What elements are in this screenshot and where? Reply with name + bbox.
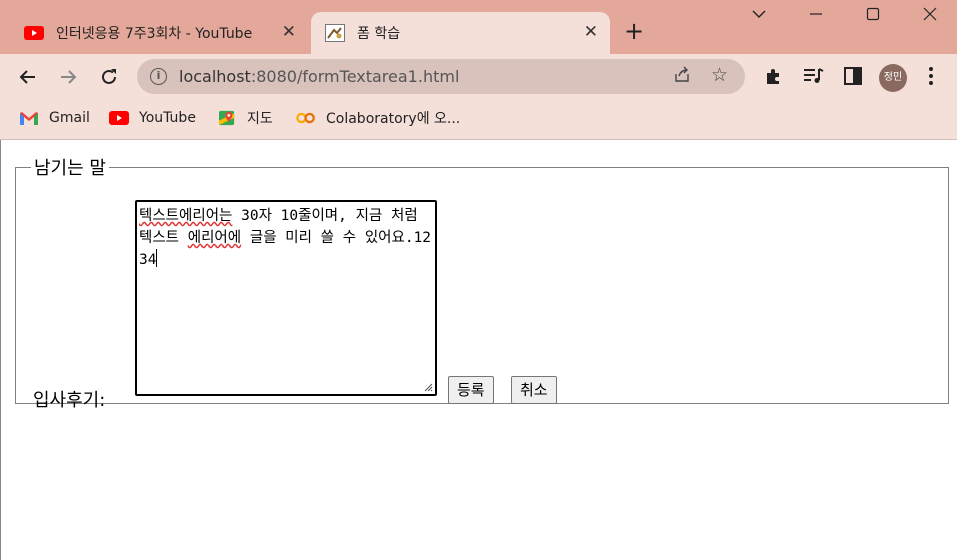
page-favicon-icon bbox=[325, 24, 345, 42]
review-textarea[interactable]: 텍스트에리어는 30자 10줄이며, 지금 처럼 텍스트 에리어에 글을 미리 … bbox=[135, 200, 437, 396]
tab-form-study[interactable]: 폼 학습 ✕ bbox=[311, 12, 610, 54]
resize-grip-icon[interactable] bbox=[423, 382, 433, 392]
youtube-icon bbox=[24, 26, 44, 40]
tab-close-icon[interactable]: ✕ bbox=[584, 22, 598, 42]
bookmark-maps[interactable]: 지도 bbox=[217, 107, 273, 129]
bookmark-gmail[interactable]: Gmail bbox=[19, 107, 90, 129]
bookmark-star-icon[interactable]: ☆ bbox=[711, 64, 728, 86]
share-icon[interactable] bbox=[673, 66, 691, 89]
maps-icon bbox=[219, 110, 235, 126]
page-content: 남기는 말 입사후기: 텍스트에리어는 30자 10줄이며, 지금 처럼 텍스트… bbox=[0, 140, 957, 560]
profile-avatar[interactable]: 정민 bbox=[879, 64, 907, 92]
browser-toolbar: i localhost:8080/formTextarea1.html ☆ 정민 bbox=[0, 54, 957, 100]
bookmark-colaboratory[interactable]: Colaboratory에 오... bbox=[296, 107, 460, 129]
media-controls-icon[interactable] bbox=[802, 66, 824, 91]
tab-title: 인터넷응용 7주3회차 - YouTube bbox=[56, 26, 253, 42]
maximize-icon[interactable] bbox=[865, 6, 881, 26]
text-caret bbox=[156, 249, 158, 267]
colab-icon bbox=[296, 112, 315, 124]
comment-fieldset: 남기는 말 입사후기: 텍스트에리어는 30자 10줄이며, 지금 처럼 텍스트… bbox=[15, 154, 949, 411]
window-close-icon[interactable] bbox=[922, 6, 938, 26]
menu-kebab-icon[interactable] bbox=[926, 66, 936, 91]
back-icon[interactable] bbox=[15, 64, 41, 90]
submit-button[interactable]: 등록 bbox=[448, 376, 494, 404]
tab-youtube[interactable]: 인터넷응용 7주3회차 - YouTube ✕ bbox=[10, 12, 308, 54]
new-tab-icon[interactable]: + bbox=[624, 18, 644, 44]
reload-icon[interactable] bbox=[96, 64, 122, 90]
url-text[interactable]: localhost:8080/formTextarea1.html bbox=[179, 67, 459, 86]
side-panel-icon[interactable] bbox=[843, 66, 863, 91]
review-label: 입사후기: bbox=[33, 390, 106, 411]
extensions-icon[interactable] bbox=[763, 66, 783, 91]
tab-close-icon[interactable]: ✕ bbox=[282, 22, 296, 42]
youtube-icon bbox=[109, 111, 129, 125]
tab-search-chevron-icon[interactable] bbox=[751, 6, 767, 26]
fieldset-legend: 남기는 말 bbox=[34, 158, 106, 179]
gmail-icon bbox=[20, 112, 38, 125]
site-info-icon[interactable]: i bbox=[150, 68, 167, 85]
bookmark-youtube[interactable]: YouTube bbox=[109, 107, 196, 129]
bookmarks-bar: Gmail YouTube 지도 Colaboratory에 오... bbox=[0, 100, 957, 140]
address-bar[interactable]: i localhost:8080/formTextarea1.html ☆ bbox=[137, 59, 745, 94]
minimize-icon[interactable] bbox=[808, 6, 824, 26]
forward-icon[interactable] bbox=[55, 64, 81, 90]
reset-button[interactable]: 취소 bbox=[511, 376, 557, 404]
tab-title: 폼 학습 bbox=[357, 26, 401, 42]
tab-strip: 인터넷응용 7주3회차 - YouTube ✕ 폼 학습 ✕ + bbox=[0, 0, 957, 54]
